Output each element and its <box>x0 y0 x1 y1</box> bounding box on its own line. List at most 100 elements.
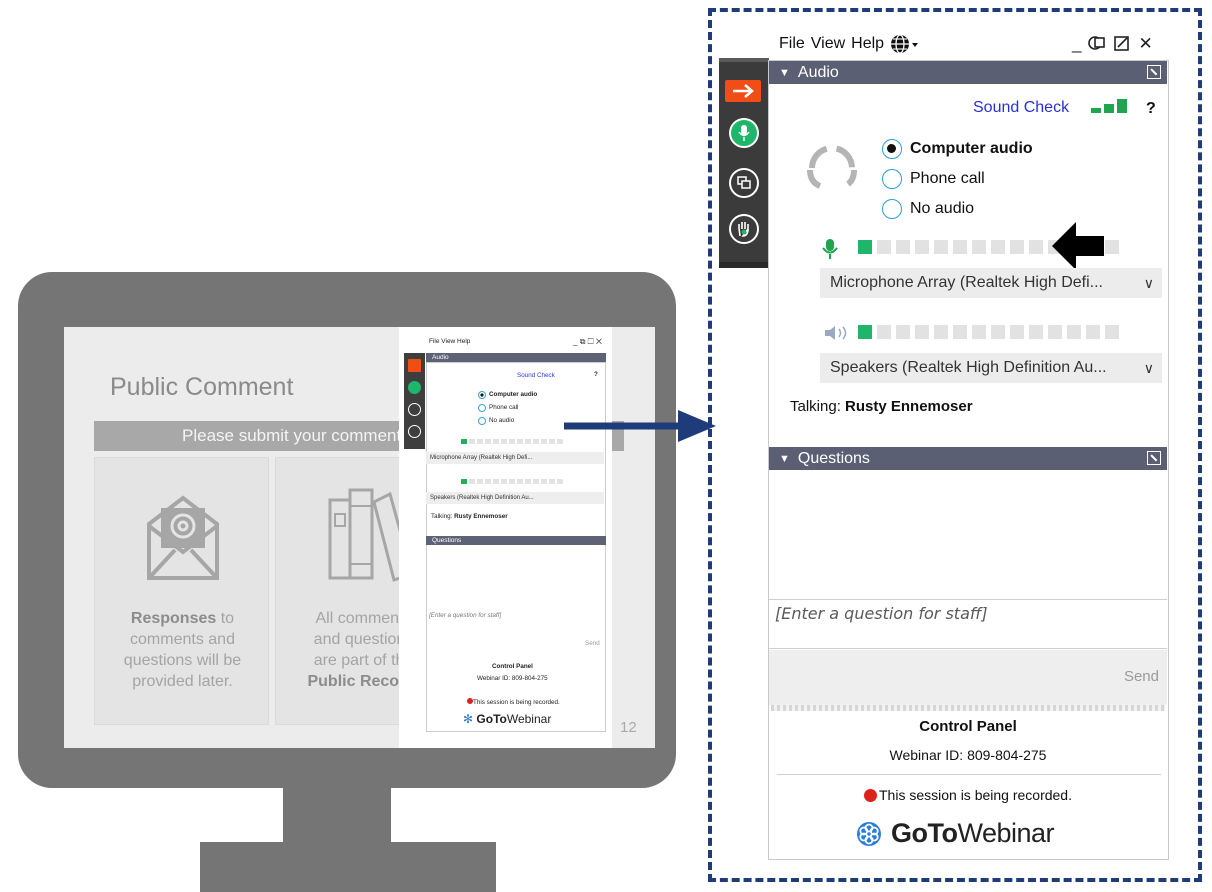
gotowebinar-brand: GoToWebinar <box>855 818 1055 849</box>
raise-hand-button[interactable] <box>727 212 761 246</box>
chevron-down-icon: ∨ <box>1143 360 1154 376</box>
window-buttons: _ ✕ <box>1072 34 1153 54</box>
question-input[interactable]: [Enter a question for staff] <box>769 599 1167 649</box>
resize-handle[interactable] <box>771 705 1165 711</box>
mini-mic-select: Microphone Array (Realtek High Defi... <box>426 452 604 464</box>
sound-check-link[interactable]: Sound Check <box>973 99 1069 117</box>
computer-audio-label: Computer audio <box>910 140 1033 157</box>
mini-option: Computer audio <box>489 391 538 398</box>
no-audio-label: No audio <box>910 200 975 217</box>
recording-notice: This session is being recorded. <box>769 787 1167 803</box>
computer-audio-radio[interactable] <box>882 139 902 159</box>
popout-section-icon[interactable] <box>1147 451 1161 465</box>
screens-icon <box>729 168 759 198</box>
chevron-down-icon: ∨ <box>1143 275 1154 291</box>
mini-help: ? <box>594 371 598 378</box>
computer-audio-option[interactable]: Computer audio <box>882 139 1033 159</box>
phone-call-option[interactable]: Phone call <box>882 169 985 189</box>
mini-question-input: [Enter a question for staff] <box>429 612 502 619</box>
mini-mic-meter <box>461 439 563 444</box>
slide-title: Public Comment <box>110 373 294 401</box>
slide-card-text: Responses to comments and questions will… <box>123 610 242 690</box>
mini-sound-check: Sound Check <box>517 372 555 379</box>
mini-sidebar <box>404 353 425 449</box>
mini-radio <box>478 404 486 412</box>
mini-radio <box>478 417 486 425</box>
collapse-triangle-icon: ▼ <box>779 453 790 465</box>
mini-questions-bar: Questions <box>426 536 606 545</box>
microphone-icon <box>729 118 759 148</box>
mini-menu-bar: File View Help <box>429 338 471 345</box>
slide-card-responses: Responses to comments and questions will… <box>94 457 269 725</box>
mini-control-panel-title: Control Panel <box>492 663 533 670</box>
footer-divider <box>777 774 1161 775</box>
speaker-level-meter <box>858 325 1119 339</box>
microphone-level-icon <box>822 239 838 259</box>
mini-webinar-id: Webinar ID: 809-804-275 <box>477 675 548 682</box>
mini-screens-icon <box>408 403 421 416</box>
email-icon <box>147 495 219 580</box>
mini-talking: Talking: Rusty Ennemoser <box>431 513 508 520</box>
mini-speaker-meter <box>461 479 563 484</box>
popout-icon[interactable] <box>1113 34 1131 52</box>
help-button[interactable]: ? <box>1146 100 1156 118</box>
raise-hand-icon <box>729 214 759 244</box>
mini-recording: This session is being recorded. <box>467 698 560 706</box>
webinar-id: Webinar ID: 809-804-275 <box>889 747 1047 763</box>
mini-raise-hand-icon <box>408 425 421 438</box>
speaker-device-select[interactable]: Speakers (Realtek High Definition Au... … <box>820 353 1162 383</box>
gotowebinar-logo-icon <box>857 821 881 846</box>
mini-brand: ✻ GoToWebinar <box>463 712 552 726</box>
questions-section-label: Questions <box>797 450 870 467</box>
black-pointer-arrow-icon <box>1052 222 1104 270</box>
pointer-arrow-icon <box>564 410 716 442</box>
speaker-icon <box>825 326 847 340</box>
mini-send: Send <box>585 640 600 647</box>
globe-icon[interactable] <box>890 34 920 54</box>
no-audio-radio[interactable] <box>882 199 902 219</box>
popout-section-icon[interactable] <box>1147 65 1161 79</box>
phone-call-label: Phone call <box>910 170 985 187</box>
menu-file[interactable]: File <box>779 35 805 53</box>
menu-help[interactable]: Help <box>851 35 884 53</box>
mini-window-buttons: _ ⧉ ☐ ✕ <box>573 337 602 346</box>
talking-indicator: Talking: Rusty Ennemoser <box>790 398 973 415</box>
headset-icon <box>807 145 857 189</box>
signal-strength-icon <box>1091 99 1127 113</box>
mini-audio-bar: Audio <box>426 353 606 362</box>
control-panel-title: Control Panel <box>919 718 1017 735</box>
side-toolbar <box>719 58 769 268</box>
restore-window-icon[interactable] <box>1088 34 1106 52</box>
microphone-toggle-button[interactable] <box>727 116 761 150</box>
mini-option: No audio <box>489 417 515 424</box>
menu-bar: File View Help <box>779 34 920 54</box>
collapse-panel-button[interactable] <box>725 80 761 102</box>
collapse-triangle-icon: ▼ <box>779 67 790 79</box>
mini-microphone-icon <box>408 381 421 394</box>
questions-log <box>769 470 1167 600</box>
phone-call-radio[interactable] <box>882 169 902 189</box>
questions-section-header[interactable]: ▼ Questions <box>769 447 1167 470</box>
mini-option: Phone call <box>489 404 519 411</box>
monitor-stand-base <box>200 842 496 892</box>
no-audio-option[interactable]: No audio <box>882 199 974 219</box>
slide-page-number: 12 <box>620 719 637 736</box>
minimize-button[interactable]: _ <box>1072 34 1081 54</box>
arrow-right-icon <box>733 84 754 98</box>
mini-speaker-select: Speakers (Realtek High Definition Au... <box>426 492 604 504</box>
monitor-stand-neck <box>283 784 391 844</box>
close-button[interactable]: ✕ <box>1138 34 1152 54</box>
mini-control-panel: File View Help _ ⧉ ☐ ✕ Audio Sound Check… <box>399 327 612 748</box>
audio-section-header[interactable]: ▼ Audio <box>769 61 1167 84</box>
brand-name: GoToWebinar <box>891 818 1055 848</box>
screen-share-button[interactable] <box>727 166 761 200</box>
speaker-device-value: Speakers (Realtek High Definition Au... <box>830 359 1107 376</box>
talking-name: Rusty Ennemoser <box>845 398 973 415</box>
talking-label: Talking: <box>790 398 841 415</box>
recording-text: This session is being recorded. <box>879 787 1072 803</box>
microphone-device-select[interactable]: Microphone Array (Realtek High Defi... ∨ <box>820 268 1162 298</box>
mini-radio <box>478 391 486 399</box>
menu-view[interactable]: View <box>811 35 845 53</box>
recording-dot-icon <box>864 789 877 802</box>
send-button[interactable]: Send <box>1124 668 1159 685</box>
